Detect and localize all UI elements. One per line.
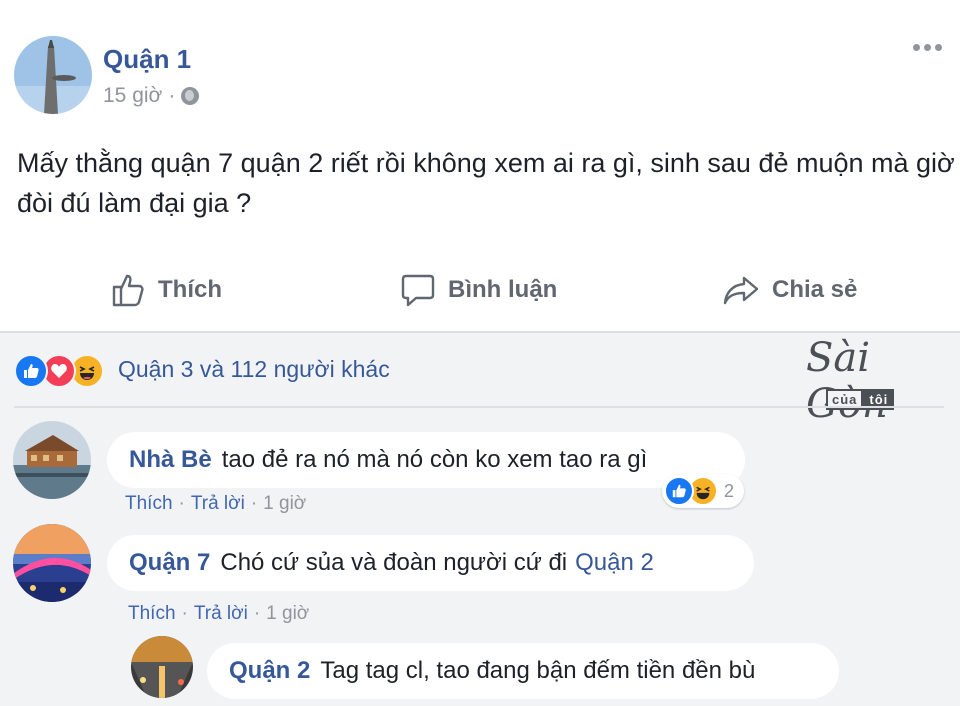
comment-text: tao đẻ ra nó mà nó còn ko xem tao ra gì: [221, 446, 648, 473]
reaction-icons[interactable]: [14, 354, 104, 388]
comment-button[interactable]: Bình luận: [400, 272, 557, 308]
comment-bubble: Quận 7 Chó cứ sủa và đoàn người cứ đi Qu…: [107, 535, 754, 591]
comment-text: Chó cứ sủa và đoàn người cứ đi: [220, 549, 568, 576]
meta-dot: ·: [178, 493, 185, 514]
like-button[interactable]: Thích: [110, 272, 222, 308]
comment-author[interactable]: Quận 7: [129, 549, 210, 577]
meta-dot: ·: [181, 603, 188, 624]
comment-bubble-icon: [400, 272, 436, 308]
reactions-summary[interactable]: Quận 3 và 112 người khác: [118, 356, 390, 383]
comment-reply-link[interactable]: Trả lời: [191, 493, 245, 515]
share-label: Chia sẻ: [772, 276, 858, 303]
more-options-icon[interactable]: [913, 44, 942, 51]
post-card: Quận 1 15 giờ · Mấy thằng quận 7 quận 2 …: [0, 0, 960, 333]
logo-script: Sài Gòn: [806, 335, 888, 427]
comment-like-link[interactable]: Thích: [128, 603, 176, 625]
author-name[interactable]: Quận 1: [103, 44, 191, 75]
author-avatar[interactable]: [14, 36, 92, 114]
globe-icon[interactable]: [181, 87, 200, 105]
reply-text: Tag tag cl, tao đang bận đếm tiền đền bù: [320, 657, 756, 684]
commenter-avatar-quan-2[interactable]: [131, 636, 193, 698]
comment-label: Bình luận: [448, 276, 558, 303]
reaction-count: 2: [724, 480, 735, 501]
meta-dot: ·: [168, 84, 176, 107]
post-meta: 15 giờ ·: [103, 84, 200, 108]
comment-time[interactable]: 1 giờ: [263, 493, 306, 515]
share-button[interactable]: Chia sẻ: [722, 272, 857, 308]
reply-bubble: Quận 2 Tag tag cl, tao đang bận đếm tiền…: [207, 643, 839, 699]
reply-author[interactable]: Quận 2: [229, 657, 310, 685]
meta-dot: ·: [250, 493, 258, 514]
comment-time[interactable]: 1 giờ: [266, 603, 309, 625]
share-arrow-icon: [722, 272, 760, 308]
meta-dot: ·: [253, 603, 261, 624]
comment-meta: Thích · Trả lời · 1 giờ: [125, 493, 306, 515]
comment-bubble: Nhà Bè tao đẻ ra nó mà nó còn ko xem tao…: [107, 432, 745, 488]
comment-tag[interactable]: Quận 2: [575, 549, 654, 577]
comment-reaction-count[interactable]: 2: [662, 474, 745, 508]
comment-reply-link[interactable]: Trả lời: [194, 603, 248, 625]
post-text: Mấy thằng quận 7 quận 2 riết rồi không x…: [17, 148, 955, 218]
post-time[interactable]: 15 giờ: [103, 84, 162, 108]
reactions-divider: [14, 406, 944, 408]
like-icon: [664, 476, 694, 506]
commenter-avatar-quan-7[interactable]: [13, 524, 91, 602]
commenter-avatar-nha-be[interactable]: [13, 421, 91, 499]
comment-author[interactable]: Nhà Bè: [129, 446, 212, 474]
saigon-cua-toi-logo: Sài Gòn của tôi: [788, 335, 933, 427]
comment-like-link[interactable]: Thích: [125, 493, 173, 515]
post-actions: Thích Bình luận Chia sẻ: [0, 268, 960, 316]
comment-meta: Thích · Trả lời · 1 giờ: [128, 603, 309, 625]
like-icon: [14, 354, 48, 388]
thumbs-up-icon: [110, 272, 146, 308]
like-label: Thích: [158, 276, 222, 303]
